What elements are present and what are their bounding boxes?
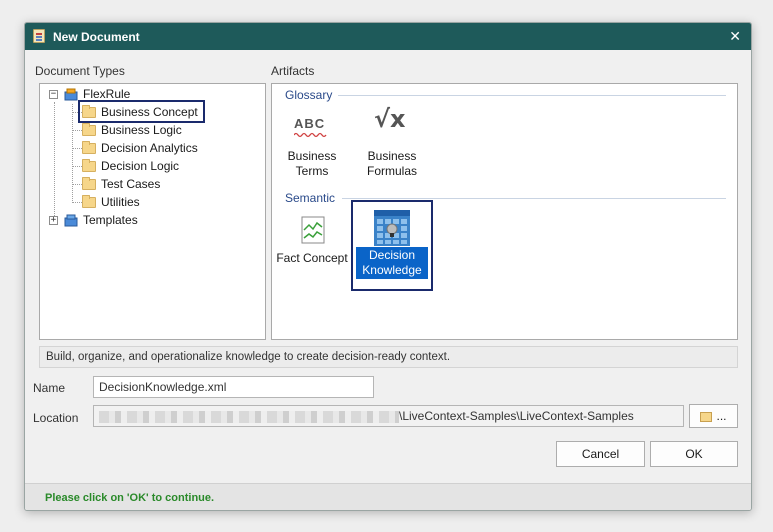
expander-collapse-icon[interactable]: − [49,90,58,99]
tree-item-label: Business Logic [101,123,182,137]
footer-message: Please click on 'OK' to continue. [45,492,215,504]
footer-bar: Please click on 'OK' to continue. [25,483,751,510]
tree-connector [72,148,82,149]
cancel-button[interactable]: Cancel [556,441,645,467]
square-root-x-icon: √x [374,105,406,133]
browse-folder-icon [700,411,713,422]
document-types-label: Document Types [35,64,125,78]
folder-icon [82,122,96,136]
artifact-business-formulas[interactable]: √x Business Formulas [356,105,428,180]
browse-button[interactable]: ... [689,404,738,428]
tree-item-label: Test Cases [101,177,161,191]
tree-item-label: FlexRule [83,87,131,101]
group-header-semantic: Semantic [285,191,336,205]
tree-item-decision-analytics[interactable]: Decision Analytics [82,139,198,157]
artifact-fact-concept[interactable]: Fact Concept [274,214,350,267]
artifact-business-terms[interactable]: ABC Business Terms [278,112,346,180]
document-types-tree[interactable]: − FlexRule Business Concept Business Log… [39,83,266,340]
tree-item-label: Templates [83,213,138,227]
tree-connector [72,104,73,203]
artifact-caption: Business Terms [287,149,337,178]
fact-chart-icon [274,214,350,250]
tree-connector [72,202,82,203]
selection-highlight [351,200,433,291]
tree-item-label: Decision Analytics [101,141,198,155]
abc-spell-icon: ABC [278,112,346,148]
selection-highlight [78,100,205,123]
location-field[interactable]: \LiveContext-Samples\LiveContext-Samples [93,405,684,427]
document-app-icon [33,29,45,43]
new-document-dialog: New Document ✕ Document Types Artifacts … [24,22,752,511]
location-path-text: \LiveContext-Samples\LiveContext-Samples [399,409,634,423]
artifact-caption: Fact Concept [276,251,348,265]
name-input[interactable] [93,376,374,398]
artifacts-label: Artifacts [271,64,315,78]
redacted-path [99,410,399,423]
folder-icon [82,176,96,190]
tree-connector [72,130,82,131]
ok-button[interactable]: OK [650,441,738,467]
database-icon [64,214,78,227]
tree-connector [54,102,55,220]
expander-expand-icon[interactable]: + [49,216,58,225]
tree-connector [72,166,82,167]
folder-icon [82,194,96,208]
database-icon [64,88,78,101]
description-bar: Build, organize, and operationalize know… [39,346,738,368]
tree-connector [72,184,82,185]
tree-item-label: Utilities [101,195,140,209]
group-header-glossary: Glossary [285,88,333,102]
name-label: Name [33,381,66,395]
close-icon[interactable]: ✕ [729,28,741,45]
location-label: Location [33,411,79,425]
tree-item-business-logic[interactable]: Business Logic [82,121,182,139]
tree-item-utilities[interactable]: Utilities [82,193,140,211]
title-bar: New Document ✕ [25,23,751,50]
tree-item-label: Decision Logic [101,159,180,173]
artifacts-panel[interactable]: Glossary ABC Business Terms √x Business Fo… [271,83,738,340]
folder-icon [82,140,96,154]
folder-icon [82,158,96,172]
tree-item-templates[interactable]: Templates [64,211,138,229]
artifact-caption: Business Formulas [366,149,417,178]
tree-item-test-cases[interactable]: Test Cases [82,175,160,193]
tree-item-decision-logic[interactable]: Decision Logic [82,157,179,175]
group-divider [338,95,726,96]
dialog-title: New Document [53,30,140,44]
group-divider [342,198,726,199]
